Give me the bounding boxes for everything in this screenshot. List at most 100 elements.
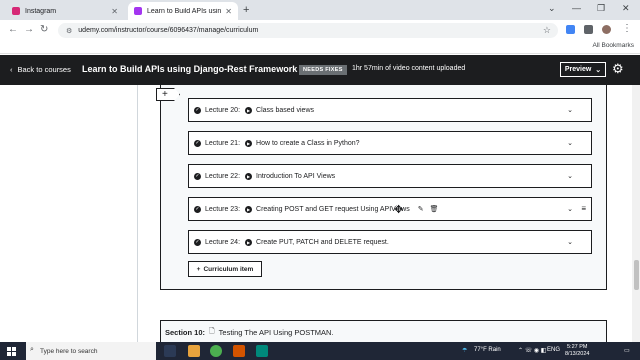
all-bookmarks-link[interactable]: All Bookmarks (592, 42, 634, 49)
forward-arrow-icon[interactable]: → (24, 24, 34, 35)
tab-instagram[interactable]: Instagram ✕ (6, 2, 124, 20)
task-view-icon[interactable] (164, 345, 176, 357)
udemy-icon (134, 7, 142, 15)
chevron-down-icon: ⌄ (595, 66, 602, 74)
lecture-title: Create PUT, PATCH and DELETE request. (256, 238, 389, 246)
puzzle-icon[interactable] (584, 25, 593, 34)
lecture-title: Introduction To API Views (256, 172, 336, 180)
tab-udemy[interactable]: Learn to Build APIs using Djang… ✕ (128, 2, 238, 20)
lecture-row[interactable]: ✓ Lecture 20: ▶ Class based views ⌄ (188, 98, 592, 122)
close-window-button[interactable]: ✕ (622, 3, 630, 14)
back-arrow-icon[interactable]: ← (8, 24, 18, 35)
chevron-down-icon[interactable]: ⌄ (567, 205, 573, 213)
lecture-number: Lecture 23: (205, 205, 241, 213)
bookmark-star-icon[interactable]: ☆ (543, 25, 551, 36)
windows-taskbar: ⌕ Type here to search ☂ 77°F Rain ⌃ ☏ ◉ … (0, 342, 640, 360)
address-bar-row: ← → ↻ ⚙ udemy.com/instructor/course/6096… (0, 20, 640, 40)
search-icon: ⌕ (30, 346, 34, 353)
lecture-row[interactable]: ✓ Lecture 24: ▶ Create PUT, PATCH and DE… (188, 230, 592, 254)
course-title: Learn to Build APIs using Django-Rest Fr… (82, 64, 298, 74)
windows-start-icon[interactable] (7, 347, 16, 356)
preview-button[interactable]: Preview ⌄ (560, 62, 606, 77)
site-info-icon[interactable]: ⚙ (66, 27, 72, 35)
section-title: Testing The API Using POSTMAN. (218, 327, 334, 337)
lecture-row[interactable]: ✓ Lecture 21: ▶ How to create a Class in… (188, 131, 592, 155)
notifications-icon[interactable]: ▭ (624, 347, 630, 354)
document-icon: 🗋 (209, 327, 215, 335)
lecture-number: Lecture 21: (205, 139, 241, 147)
lecture-title: Creating POST and GET request Using APIV… (256, 205, 410, 213)
close-tab-icon[interactable]: ✕ (225, 7, 232, 16)
chrome-icon[interactable] (210, 345, 222, 357)
address-bar[interactable]: ⚙ udemy.com/instructor/course/6096437/ma… (58, 23, 558, 38)
lecture-title: Class based views (256, 106, 314, 114)
extension-icon[interactable] (566, 25, 575, 34)
lecture-title: How to create a Class in Python? (256, 139, 360, 147)
sidebar-divider (137, 85, 138, 342)
system-tray-icons[interactable]: ⌃ ☏ ◉ ◧ (518, 347, 546, 354)
lecture-number: Lecture 20: (205, 106, 241, 114)
trash-icon[interactable]: 🗑 (430, 205, 439, 213)
course-header: ‹ Back to courses Learn to Build APIs us… (0, 55, 640, 85)
chrome-menu-icon[interactable]: ⋮ (622, 23, 632, 34)
play-icon: ▶ (245, 238, 253, 246)
app-icon[interactable] (233, 345, 245, 357)
weather-text[interactable]: 77°F Rain (474, 347, 501, 353)
minimize-button[interactable]: — (572, 3, 581, 13)
chevron-down-icon[interactable]: ⌄ (567, 238, 573, 246)
scrollbar-thumb[interactable] (634, 260, 639, 290)
language-indicator[interactable]: ENG (547, 347, 560, 353)
instagram-icon (12, 7, 20, 15)
section-number: Section 10: (165, 327, 206, 337)
tab-label: Instagram (25, 7, 57, 15)
section-header[interactable]: Section 10: 🗋 Testing The API Using POST… (160, 320, 607, 342)
chevron-down-icon[interactable]: ⌄ (567, 172, 573, 180)
drag-handle-icon[interactable]: ≡ (581, 204, 586, 213)
check-icon: ✓ (194, 238, 201, 246)
close-tab-icon[interactable]: ✕ (111, 7, 118, 16)
weather-icon: ☂ (462, 348, 468, 354)
file-explorer-icon[interactable] (188, 345, 200, 357)
reload-icon[interactable]: ↻ (40, 24, 48, 35)
play-icon: ▶ (245, 139, 253, 147)
bookmarks-bar: All Bookmarks (0, 40, 640, 54)
uploaded-status-text: 1hr 57min of video content uploaded (352, 65, 466, 72)
back-label: Back to courses (17, 65, 71, 74)
lecture-row-hovered[interactable]: ✓ Lecture 23: ▶ Creating POST and GET re… (188, 197, 592, 221)
preview-label: Preview (564, 66, 592, 73)
tab-label: Learn to Build APIs using Djang… (147, 7, 222, 15)
lecture-number: Lecture 24: (205, 238, 241, 246)
page-scrollbar[interactable] (632, 85, 640, 342)
check-icon: ✓ (194, 172, 201, 180)
curriculum-item-label: Curriculum item (203, 265, 254, 273)
browser-tab-strip: Instagram ✕ Learn to Build APIs using Dj… (0, 0, 640, 20)
check-icon: ✓ (194, 139, 201, 147)
taskbar-search-box[interactable]: ⌕ Type here to search (26, 342, 156, 360)
profile-avatar[interactable] (602, 25, 611, 34)
restore-button[interactable]: ❐ (597, 3, 605, 14)
settings-gear-icon[interactable]: ⚙ (612, 61, 624, 77)
check-icon: ✓ (194, 205, 201, 213)
tab-search-icon[interactable]: ⌄ (548, 3, 556, 14)
check-icon: ✓ (194, 106, 201, 114)
lecture-row[interactable]: ✓ Lecture 22: ▶ Introduction To API View… (188, 164, 592, 188)
status-badge: NEEDS FIXES (299, 65, 347, 75)
curriculum-content: + ✓ Lecture 20: ▶ Class based views ⌄ ✓ … (0, 85, 640, 342)
add-curriculum-item-button[interactable]: + Curriculum item (188, 261, 262, 277)
search-placeholder: Type here to search (40, 347, 98, 355)
move-cursor-icon: ✥ (394, 204, 404, 216)
chevron-down-icon[interactable]: ⌄ (567, 139, 573, 147)
terminal-icon[interactable] (256, 345, 268, 357)
play-icon: ▶ (245, 172, 253, 180)
chevron-down-icon[interactable]: ⌄ (567, 106, 573, 114)
play-icon: ▶ (245, 106, 253, 114)
clock-time: 5:27 PM (566, 344, 588, 350)
lecture-number: Lecture 22: (205, 172, 241, 180)
clock[interactable]: 5:27 PM 8/13/2024 (565, 344, 589, 358)
new-tab-button[interactable]: + (243, 4, 249, 16)
back-to-courses-link[interactable]: ‹ Back to courses (10, 65, 71, 74)
plus-icon: + (196, 265, 201, 273)
play-icon: ▶ (245, 205, 253, 213)
pencil-icon[interactable]: ✎ (418, 205, 424, 213)
chevron-left-icon: ‹ (10, 65, 13, 74)
